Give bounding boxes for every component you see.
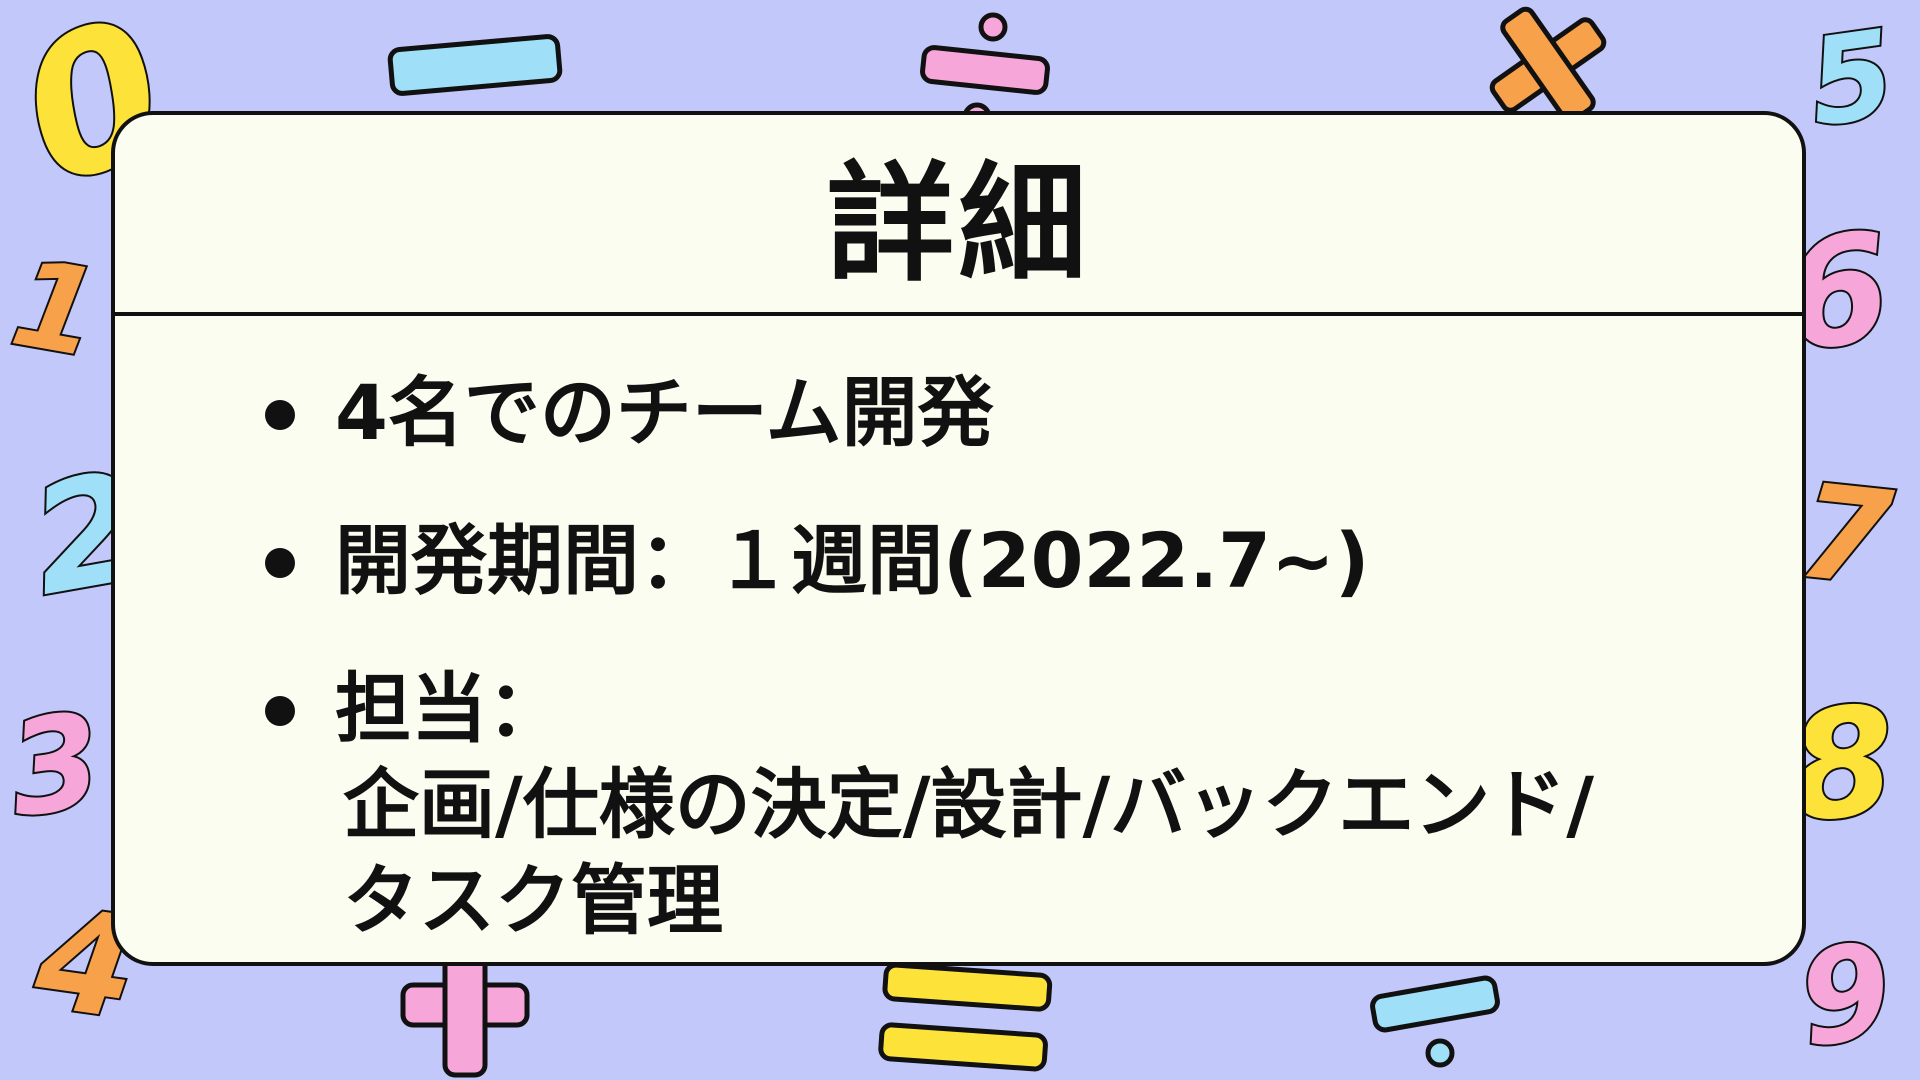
bullet-icon <box>265 548 295 578</box>
role-detail-line-1: 企画/仕様の決定/設計/バックエンド/ <box>343 760 1595 849</box>
list-item-team: 4名でのチーム開発 <box>265 365 1742 461</box>
digit-7-decoration: 7 <box>1790 453 1900 618</box>
digit-5-decoration: 5 <box>1799 3 1905 156</box>
equals-sign-decoration <box>875 960 1055 1080</box>
plus-sign-decoration <box>395 955 535 1080</box>
digit-9-decoration: 9 <box>1788 911 1903 1078</box>
list-item-text: 4名でのチーム開発 <box>335 368 994 457</box>
role-detail-line-2: タスク管理 <box>343 856 723 945</box>
title-divider <box>115 312 1802 316</box>
digit-1-decoration: 1 <box>1 232 111 387</box>
digit-3-decoration: 3 <box>0 681 113 848</box>
list-item-text: 開発期間：１週間(2022.7~) <box>335 516 1370 605</box>
division-sign-decoration-bottom <box>1365 965 1505 1080</box>
list-item-text: 担当： <box>335 664 563 753</box>
details-card: 詳細 4名でのチーム開発 開発期間：１週間(2022.7~) 担当： 企画/仕様… <box>111 111 1806 966</box>
list-item-period: 開発期間：１週間(2022.7~) <box>265 513 1742 609</box>
details-list: 4名でのチーム開発 開発期間：１週間(2022.7~) 担当： 企画/仕様の決定… <box>265 365 1742 962</box>
list-item-role: 担当： 企画/仕様の決定/設計/バックエンド/ タスク管理 <box>265 661 1742 949</box>
bullet-icon <box>265 696 295 726</box>
minus-sign-decoration <box>385 25 565 105</box>
bullet-icon <box>265 400 295 430</box>
card-title: 詳細 <box>826 150 1091 299</box>
